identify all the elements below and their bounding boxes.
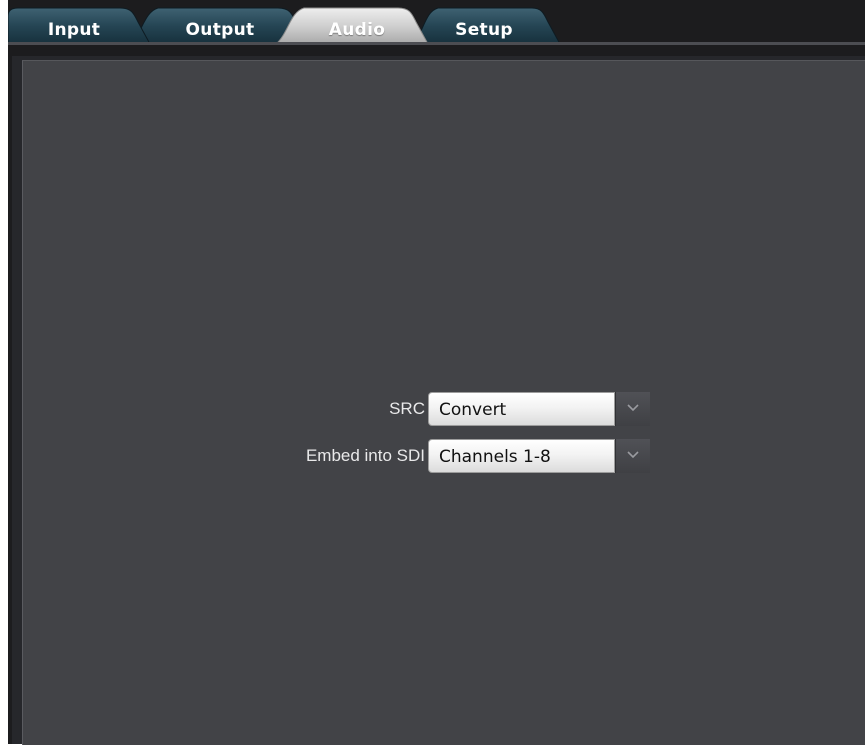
tab-audio[interactable]: Audio xyxy=(294,18,420,42)
tab-bar: Input Output Audio Setup xyxy=(8,6,865,45)
tab-input[interactable]: Input xyxy=(8,18,140,42)
audio-settings-panel: SRC Convert Embed into SDI Channels 1-8 xyxy=(22,60,865,745)
chevron-down-icon xyxy=(627,404,639,412)
chevron-down-icon xyxy=(627,451,639,459)
tab-underline xyxy=(8,42,865,45)
src-select-value: Convert xyxy=(439,400,507,420)
src-select-field[interactable]: Convert xyxy=(428,392,615,426)
tab-output[interactable]: Output xyxy=(140,18,300,42)
src-dropdown-button[interactable] xyxy=(615,392,650,426)
tab-setup[interactable]: Setup xyxy=(422,18,546,42)
audio-window: Input Output Audio Setup SRC Convert Emb… xyxy=(8,0,865,745)
embed-label: Embed into SDI xyxy=(305,446,425,465)
embed-select[interactable]: Channels 1-8 xyxy=(428,439,650,473)
embed-select-field[interactable]: Channels 1-8 xyxy=(428,439,615,473)
src-select[interactable]: Convert xyxy=(428,392,650,426)
embed-dropdown-button[interactable] xyxy=(615,439,650,473)
src-label: SRC xyxy=(389,399,425,418)
src-row: SRC xyxy=(23,392,425,426)
embed-select-value: Channels 1-8 xyxy=(439,447,551,467)
embed-row: Embed into SDI xyxy=(23,439,425,473)
